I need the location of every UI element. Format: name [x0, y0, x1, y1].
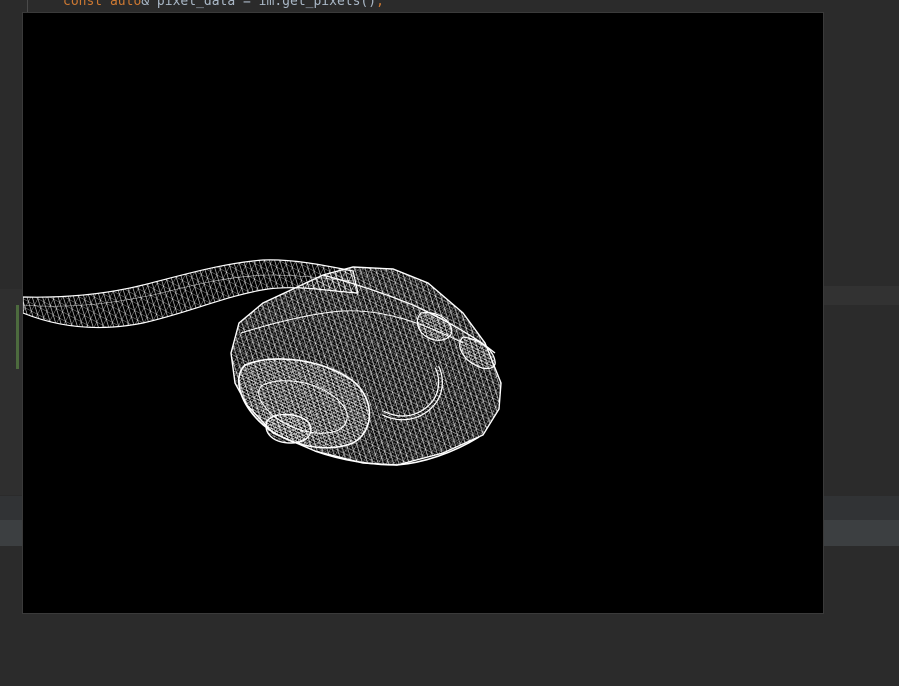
right-tab-strip	[823, 520, 899, 546]
right-toolbar	[823, 496, 899, 520]
wireframe-canvas[interactable]	[23, 13, 823, 613]
ide-window: const auto& pixel_data = im.get_pixels()…	[0, 0, 899, 686]
left-tab-strip	[0, 520, 23, 546]
code-line[interactable]: const auto& pixel_data = im.get_pixels()…	[63, 0, 384, 10]
change-marker	[16, 305, 19, 369]
render-window[interactable]	[22, 12, 824, 614]
indent-guide	[27, 0, 28, 13]
code-rest: & pixel_data = im.get_pixels()	[141, 0, 377, 9]
left-panel-bg	[0, 289, 23, 495]
wireframe-body	[230, 266, 502, 466]
right-panel-body	[823, 305, 899, 495]
code-type: auto	[109, 0, 142, 9]
code-keyword: const	[63, 0, 103, 9]
right-panel-header	[823, 286, 899, 305]
left-toolbar	[0, 496, 23, 520]
code-semicolon: ;	[376, 0, 384, 9]
code-editor[interactable]: const auto& pixel_data = im.get_pixels()…	[0, 0, 899, 13]
